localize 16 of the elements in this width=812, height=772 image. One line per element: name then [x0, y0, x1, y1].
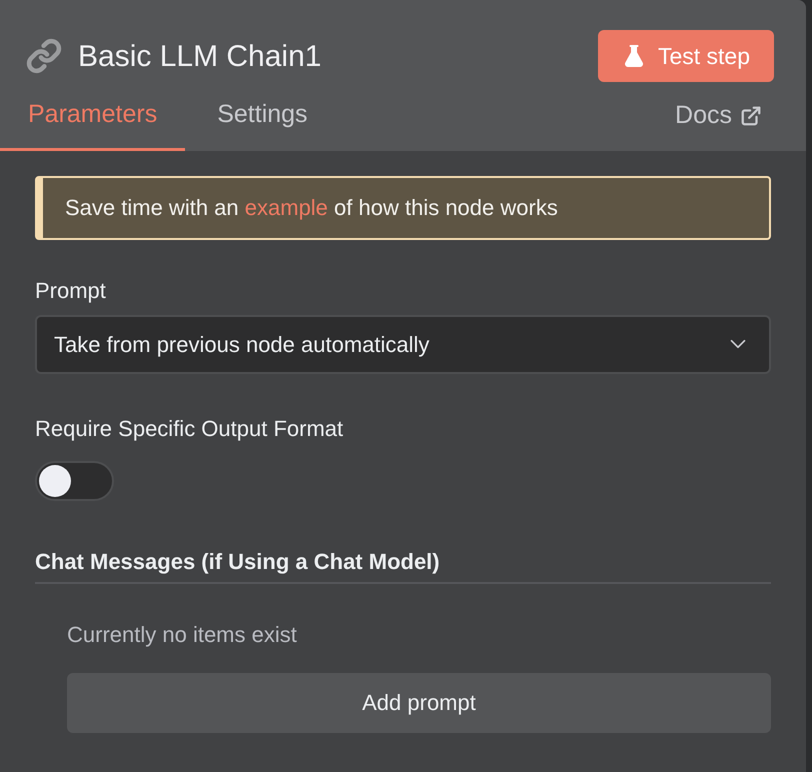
external-link-icon: [740, 104, 762, 127]
docs-link[interactable]: Docs: [675, 97, 762, 150]
tab[interactable]: Parameters: [0, 92, 186, 150]
test-step-button[interactable]: Test step: [598, 30, 774, 82]
node-title: Basic LLM Chain1: [78, 38, 322, 74]
example-link[interactable]: example: [244, 195, 328, 220]
prompt-select[interactable]: Take from previous node automatically: [35, 314, 771, 374]
field-label: Prompt: [35, 276, 107, 305]
link-icon: [26, 38, 62, 74]
toggle-switch[interactable]: [35, 460, 114, 500]
tab[interactable]: Settings: [185, 92, 340, 150]
section-heading: Chat Messages (if Using a Chat Model): [35, 544, 771, 584]
field-label: Require Specific Output Format: [35, 414, 344, 443]
add-prompt-button[interactable]: Add prompt: [67, 672, 771, 732]
empty-state-text: Currently no items exist: [67, 620, 298, 649]
callout-text: Save time with an example of how this node works: [65, 194, 558, 222]
